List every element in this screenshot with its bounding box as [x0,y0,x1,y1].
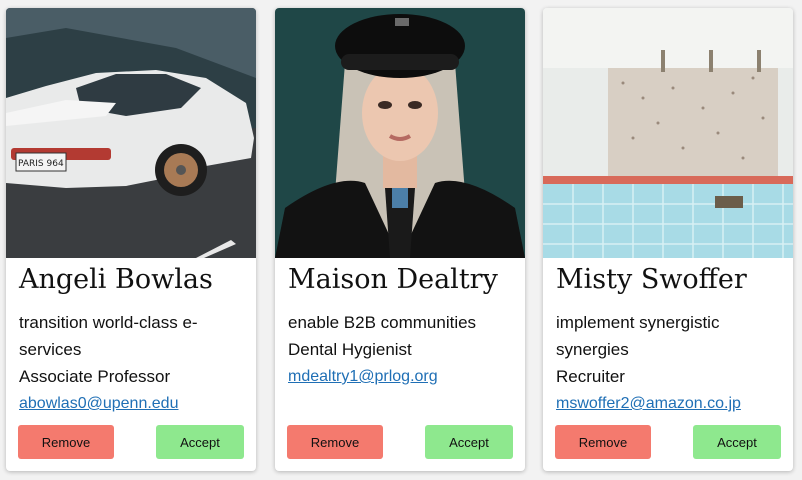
remove-button[interactable]: Remove [287,425,383,459]
job-title: Recruiter [556,367,625,386]
card-details: enable B2B communities Dental Hygienist … [288,309,513,390]
job-title: Associate Professor [19,367,171,386]
card-details: implement synergistic synergies Recruite… [556,309,781,417]
email-link[interactable]: abowlas0@upenn.edu [19,390,244,417]
email-link[interactable]: mswoffer2@amazon.co.jp [556,390,781,417]
person-description: implement synergistic synergies [556,313,720,359]
person-description: enable B2B communities [288,313,477,332]
profile-photo [543,8,793,258]
email-link[interactable]: mdealtry1@prlog.org [288,363,513,390]
profile-card: Misty Swoffer implement synergistic syne… [543,8,793,471]
person-description: transition world-class e-services [19,313,198,359]
remove-button[interactable]: Remove [555,425,651,459]
person-name: Angeli Bowlas [19,264,213,295]
person-name: Maison Dealtry [288,264,498,295]
profile-card: PARIS 964 Angeli Bowlas transition world… [6,8,256,471]
person-name: Misty Swoffer [556,264,747,295]
remove-button[interactable]: Remove [18,425,114,459]
profile-card: Maison Dealtry enable B2B communities De… [275,8,525,471]
card-details: transition world-class e-services Associ… [19,309,244,417]
license-plate-text: PARIS 964 [18,159,64,169]
accept-button[interactable]: Accept [693,425,781,459]
profile-photo [275,8,525,258]
accept-button[interactable]: Accept [425,425,513,459]
accept-button[interactable]: Accept [156,425,244,459]
profile-photo: PARIS 964 [6,8,256,258]
job-title: Dental Hygienist [288,340,412,359]
